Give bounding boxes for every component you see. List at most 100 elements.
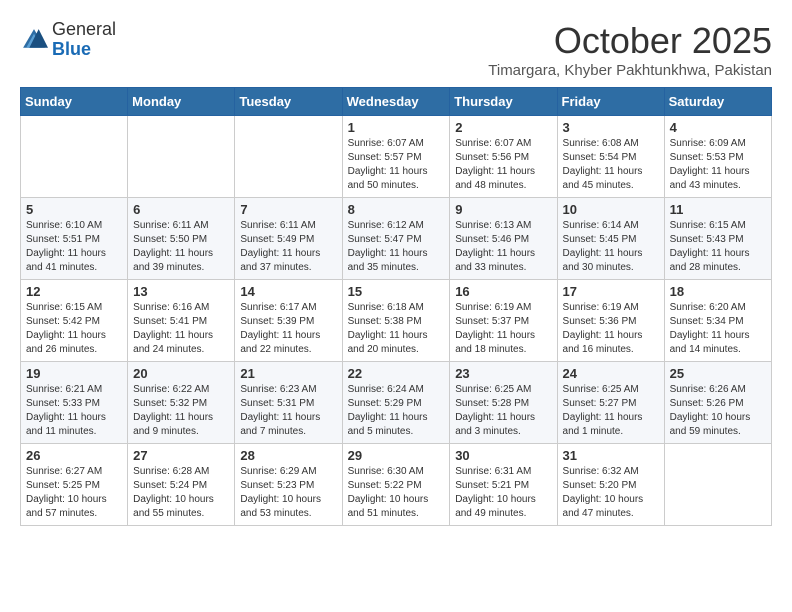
calendar-cell [21,116,128,198]
col-sunday: Sunday [21,88,128,116]
col-friday: Friday [557,88,664,116]
day-info: Sunrise: 6:25 AM Sunset: 5:28 PM Dayligh… [455,383,551,439]
day-info: Sunrise: 6:15 AM Sunset: 5:42 PM Dayligh… [26,301,122,357]
calendar-cell: 5 Sunrise: 6:10 AM Sunset: 5:51 PM Daylig… [21,198,128,280]
calendar-table: Sunday Monday Tuesday Wednesday Thursday… [20,87,772,526]
day-info: Sunrise: 6:09 AM Sunset: 5:53 PM Dayligh… [670,137,766,193]
calendar-cell [128,116,235,198]
day-info: Sunrise: 6:32 AM Sunset: 5:20 PM Dayligh… [563,465,659,521]
calendar-cell [235,116,342,198]
col-monday: Monday [128,88,235,116]
day-info: Sunrise: 6:18 AM Sunset: 5:38 PM Dayligh… [348,301,445,357]
day-info: Sunrise: 6:20 AM Sunset: 5:34 PM Dayligh… [670,301,766,357]
day-info: Sunrise: 6:29 AM Sunset: 5:23 PM Dayligh… [240,465,336,521]
logo-text: General Blue [52,20,116,60]
calendar-cell [664,444,771,526]
calendar-week-1: 5 Sunrise: 6:10 AM Sunset: 5:51 PM Daylig… [21,198,772,280]
day-info: Sunrise: 6:12 AM Sunset: 5:47 PM Dayligh… [348,219,445,275]
day-number: 24 [563,366,659,381]
day-number: 2 [455,120,551,135]
day-info: Sunrise: 6:27 AM Sunset: 5:25 PM Dayligh… [26,465,122,521]
day-number: 3 [563,120,659,135]
day-info: Sunrise: 6:15 AM Sunset: 5:43 PM Dayligh… [670,219,766,275]
calendar-cell: 4 Sunrise: 6:09 AM Sunset: 5:53 PM Daylig… [664,116,771,198]
day-number: 26 [26,448,122,463]
day-info: Sunrise: 6:19 AM Sunset: 5:36 PM Dayligh… [563,301,659,357]
calendar-cell: 9 Sunrise: 6:13 AM Sunset: 5:46 PM Daylig… [450,198,557,280]
day-number: 4 [670,120,766,135]
day-info: Sunrise: 6:07 AM Sunset: 5:56 PM Dayligh… [455,137,551,193]
day-info: Sunrise: 6:17 AM Sunset: 5:39 PM Dayligh… [240,301,336,357]
calendar-cell: 10Sunrise: 6:14 AM Sunset: 5:45 PM Dayli… [557,198,664,280]
day-number: 21 [240,366,336,381]
day-number: 13 [133,284,229,299]
calendar-cell: 30 Sunrise: 6:31 AM Sunset: 5:21 PM Dayli… [450,444,557,526]
calendar-cell: 14 Sunrise: 6:17 AM Sunset: 5:39 PM Dayli… [235,280,342,362]
calendar-cell: 31 Sunrise: 6:32 AM Sunset: 5:20 PM Dayli… [557,444,664,526]
day-number: 30 [455,448,551,463]
calendar-cell: 17 Sunrise: 6:19 AM Sunset: 5:36 PM Dayli… [557,280,664,362]
month-title: October 2025 [488,20,772,62]
day-info: Sunrise: 6:25 AM Sunset: 5:27 PM Dayligh… [563,383,659,439]
col-saturday: Saturday [664,88,771,116]
calendar-cell: 11 Sunrise: 6:15 AM Sunset: 5:43 PM Dayli… [664,198,771,280]
calendar-week-3: 19 Sunrise: 6:21 AM Sunset: 5:33 PM Dayli… [21,362,772,444]
day-number: 12 [26,284,122,299]
day-info: Sunrise: 6:11 AM Sunset: 5:49 PM Dayligh… [240,219,336,275]
calendar-cell: 26 Sunrise: 6:27 AM Sunset: 5:25 PM Dayli… [21,444,128,526]
calendar-cell: 8 Sunrise: 6:12 AM Sunset: 5:47 PM Daylig… [342,198,450,280]
day-number: 1 [348,120,445,135]
calendar-cell: 20 Sunrise: 6:22 AM Sunset: 5:32 PM Dayli… [128,362,235,444]
logo-icon [20,26,48,54]
day-number: 8 [348,202,445,217]
day-number: 7 [240,202,336,217]
calendar-cell: 1 Sunrise: 6:07 AM Sunset: 5:57 PM Daylig… [342,116,450,198]
calendar-cell: 27Sunrise: 6:28 AM Sunset: 5:24 PM Dayli… [128,444,235,526]
header: General Blue October 2025 Timargara, Khy… [20,20,772,79]
calendar-cell: 19 Sunrise: 6:21 AM Sunset: 5:33 PM Dayli… [21,362,128,444]
day-number: 19 [26,366,122,381]
day-info: Sunrise: 6:19 AM Sunset: 5:37 PM Dayligh… [455,301,551,357]
title-block: October 2025 Timargara, Khyber Pakhtunkh… [488,20,772,79]
day-number: 16 [455,284,551,299]
calendar-cell: 18 Sunrise: 6:20 AM Sunset: 5:34 PM Dayli… [664,280,771,362]
col-tuesday: Tuesday [235,88,342,116]
calendar-cell: 25Sunrise: 6:26 AM Sunset: 5:26 PM Dayli… [664,362,771,444]
day-number: 20 [133,366,229,381]
calendar-cell: 3Sunrise: 6:08 AM Sunset: 5:54 PM Daylig… [557,116,664,198]
day-number: 6 [133,202,229,217]
day-info: Sunrise: 6:31 AM Sunset: 5:21 PM Dayligh… [455,465,551,521]
calendar-cell: 16 Sunrise: 6:19 AM Sunset: 5:37 PM Dayli… [450,280,557,362]
day-number: 10 [563,202,659,217]
day-number: 5 [26,202,122,217]
day-info: Sunrise: 6:11 AM Sunset: 5:50 PM Dayligh… [133,219,229,275]
calendar-cell: 12 Sunrise: 6:15 AM Sunset: 5:42 PM Dayli… [21,280,128,362]
day-number: 9 [455,202,551,217]
calendar-cell: 24 Sunrise: 6:25 AM Sunset: 5:27 PM Dayli… [557,362,664,444]
calendar-cell: 22Sunrise: 6:24 AM Sunset: 5:29 PM Dayli… [342,362,450,444]
day-number: 11 [670,202,766,217]
day-number: 14 [240,284,336,299]
day-info: Sunrise: 6:28 AM Sunset: 5:24 PM Dayligh… [133,465,229,521]
calendar-cell: 23Sunrise: 6:25 AM Sunset: 5:28 PM Dayli… [450,362,557,444]
calendar-cell: 21Sunrise: 6:23 AM Sunset: 5:31 PM Dayli… [235,362,342,444]
calendar-cell: 29Sunrise: 6:30 AM Sunset: 5:22 PM Dayli… [342,444,450,526]
day-info: Sunrise: 6:21 AM Sunset: 5:33 PM Dayligh… [26,383,122,439]
day-info: Sunrise: 6:10 AM Sunset: 5:51 PM Dayligh… [26,219,122,275]
day-info: Sunrise: 6:13 AM Sunset: 5:46 PM Dayligh… [455,219,551,275]
day-info: Sunrise: 6:26 AM Sunset: 5:26 PM Dayligh… [670,383,766,439]
day-info: Sunrise: 6:16 AM Sunset: 5:41 PM Dayligh… [133,301,229,357]
day-number: 15 [348,284,445,299]
calendar-cell: 13 Sunrise: 6:16 AM Sunset: 5:41 PM Dayli… [128,280,235,362]
calendar-cell: 6 Sunrise: 6:11 AM Sunset: 5:50 PM Daylig… [128,198,235,280]
day-info: Sunrise: 6:22 AM Sunset: 5:32 PM Dayligh… [133,383,229,439]
day-info: Sunrise: 6:07 AM Sunset: 5:57 PM Dayligh… [348,137,445,193]
day-number: 28 [240,448,336,463]
day-number: 18 [670,284,766,299]
col-wednesday: Wednesday [342,88,450,116]
col-thursday: Thursday [450,88,557,116]
page: General Blue October 2025 Timargara, Khy… [0,0,792,536]
calendar-cell: 2 Sunrise: 6:07 AM Sunset: 5:56 PM Daylig… [450,116,557,198]
day-number: 17 [563,284,659,299]
day-number: 31 [563,448,659,463]
